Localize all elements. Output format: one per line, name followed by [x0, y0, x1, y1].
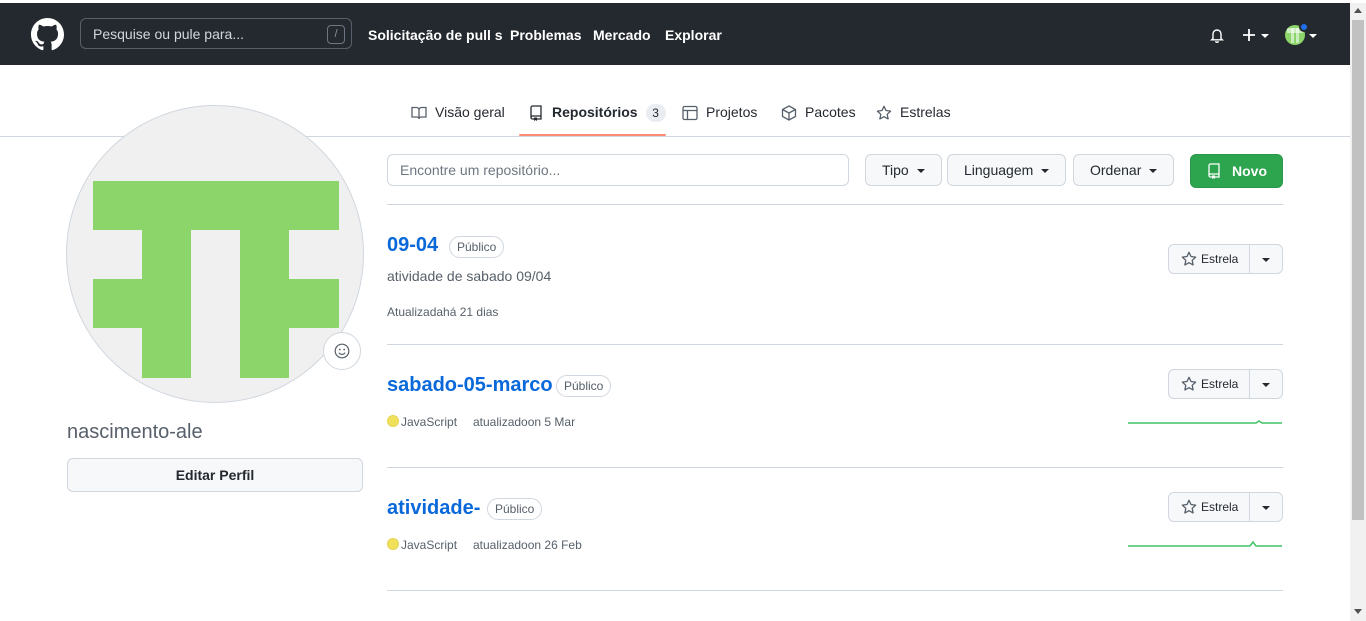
user-menu-caret-icon[interactable] — [1309, 34, 1317, 38]
star-list-dropdown[interactable] — [1249, 492, 1283, 522]
star-button-group: Estrela — [1168, 369, 1283, 399]
github-logo-icon[interactable] — [31, 18, 64, 51]
star-button-label: Estrela — [1201, 252, 1239, 266]
repo-updated-time: atualizadoon 26 Feb — [473, 538, 582, 552]
repo-language: JavaScript — [401, 538, 458, 552]
edit-profile-button[interactable]: Editar Perfil — [67, 458, 363, 492]
star-list-dropdown[interactable] — [1249, 369, 1283, 399]
new-repository-label: Novo — [1232, 163, 1267, 179]
nav-pull-requests[interactable]: Solicitação de pull s — [368, 27, 503, 43]
tab-stars-label: Estrelas — [900, 104, 951, 120]
repositories-count-badge: 3 — [645, 104, 666, 122]
sort-label: Ordenar — [1090, 162, 1142, 178]
bell-icon[interactable] — [1209, 27, 1225, 43]
tab-stars[interactable]: Estrelas — [876, 104, 951, 136]
star-icon — [1181, 251, 1197, 266]
new-repository-button[interactable]: Novo — [1190, 154, 1283, 188]
nav-marketplace[interactable]: Mercado — [593, 27, 651, 43]
search-placeholder: Pesquise ou pule para... — [93, 26, 244, 42]
profile-username: nascimento-ale — [67, 421, 203, 443]
global-header: Pesquise ou pule para... / Solicitação d… — [0, 3, 1350, 65]
language-filter-label: Linguagem — [964, 162, 1034, 178]
language-color-dot — [387, 538, 399, 550]
tab-overview-label: Visão geral — [435, 104, 505, 120]
repo-name-link[interactable]: sabado-05-marco — [387, 374, 553, 397]
type-filter-button[interactable]: Tipo — [865, 154, 942, 186]
repo-description: atividade de sabado 09/04 — [387, 268, 552, 284]
tab-projects[interactable]: Projetos — [682, 104, 757, 136]
create-new-caret-icon[interactable] — [1261, 34, 1269, 38]
tab-repositories-label: Repositórios — [552, 104, 638, 120]
repo-name-link[interactable]: atividade- — [387, 497, 480, 520]
star-button-label: Estrela — [1201, 377, 1239, 391]
search-shortcut-key: / — [327, 25, 345, 44]
star-button-group: Estrela — [1168, 492, 1283, 522]
star-button-label: Estrela — [1201, 500, 1239, 514]
list-divider — [387, 344, 1283, 345]
repo-updated-time: atualizadoon 5 Mar — [473, 415, 576, 429]
nav-explore[interactable]: Explorar — [665, 27, 722, 43]
star-button[interactable]: Estrela — [1168, 244, 1250, 274]
chevron-down-icon — [1149, 169, 1158, 174]
notification-dot-icon — [1299, 22, 1309, 32]
chevron-down-icon — [1262, 258, 1270, 262]
book-icon — [411, 106, 427, 120]
visibility-badge: Público — [556, 375, 612, 397]
global-search-input[interactable]: Pesquise ou pule para... / — [80, 18, 352, 49]
star-button[interactable]: Estrela — [1168, 492, 1250, 522]
tab-projects-label: Projetos — [706, 104, 758, 120]
list-divider — [387, 204, 1283, 205]
repo-updated-time: Atualizadahá 21 dias — [387, 305, 499, 319]
repo-icon — [1208, 163, 1220, 179]
smiley-icon — [334, 343, 350, 359]
chevron-down-icon — [1262, 506, 1270, 510]
package-icon — [781, 105, 797, 121]
page-scrollbar[interactable] — [1350, 3, 1366, 621]
activity-sparkline — [1128, 540, 1282, 547]
sort-button[interactable]: Ordenar — [1073, 154, 1175, 186]
star-button-group: Estrela — [1168, 244, 1283, 274]
star-list-dropdown[interactable] — [1249, 244, 1283, 274]
nav-issues[interactable]: Problemas — [510, 27, 582, 43]
table-icon — [682, 105, 698, 121]
chevron-down-icon — [1041, 169, 1050, 174]
visibility-badge: Público — [449, 236, 505, 258]
language-color-dot — [387, 415, 399, 427]
plus-icon[interactable] — [1242, 28, 1256, 42]
find-repository-input[interactable]: Encontre um repositório... — [387, 154, 849, 186]
type-filter-label: Tipo — [882, 162, 909, 178]
tab-packages-label: Pacotes — [805, 104, 856, 120]
tab-overview[interactable]: Visão geral — [411, 104, 505, 136]
activity-sparkline — [1128, 420, 1282, 424]
language-filter-button[interactable]: Linguagem — [947, 154, 1067, 186]
chevron-down-icon — [916, 169, 925, 174]
star-icon — [876, 105, 892, 120]
star-icon — [1181, 376, 1197, 391]
chevron-down-icon — [1262, 383, 1270, 387]
identicon-image — [93, 181, 339, 378]
set-status-button[interactable] — [323, 332, 361, 370]
scroll-up-arrow-icon[interactable] — [1354, 8, 1362, 13]
visibility-badge: Público — [487, 498, 543, 520]
list-divider — [387, 590, 1283, 591]
repo-language: JavaScript — [401, 415, 458, 429]
scroll-down-arrow-icon[interactable] — [1354, 609, 1362, 614]
profile-avatar[interactable] — [66, 105, 364, 403]
scrollbar-thumb[interactable] — [1352, 20, 1364, 520]
list-divider — [387, 467, 1283, 468]
repo-icon — [530, 105, 542, 121]
star-icon — [1181, 499, 1197, 514]
repo-name-link[interactable]: 09-04 — [387, 234, 438, 257]
star-button[interactable]: Estrela — [1168, 369, 1250, 399]
tab-repositories[interactable]: Repositórios 3 — [528, 104, 666, 136]
tab-packages[interactable]: Pacotes — [781, 104, 856, 136]
